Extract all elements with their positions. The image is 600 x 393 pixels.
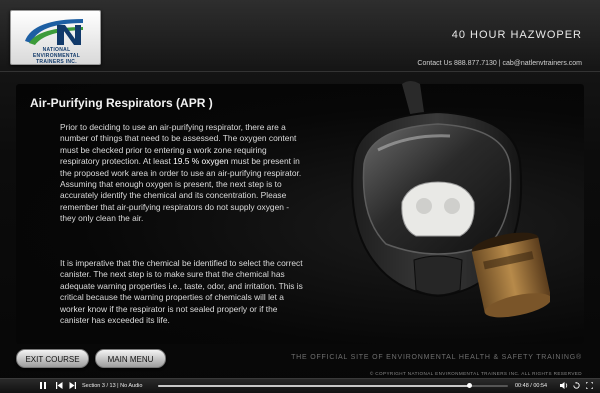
exit-course-button[interactable]: EXIT COURSE bbox=[16, 349, 89, 368]
logo-mark-icon bbox=[25, 19, 83, 45]
playback-time: 00:48 / 00:54 bbox=[515, 383, 548, 389]
copyright-notice: © COPYRIGHT NATIONAL ENVIRONMENTAL TRAIN… bbox=[369, 371, 582, 376]
seek-progress bbox=[158, 385, 470, 387]
site-tagline: THE OFFICIAL SITE OF ENVIRONMENTAL HEALT… bbox=[291, 354, 582, 361]
course-title: 40 HOUR HAZWOPER bbox=[451, 29, 582, 41]
full-face-respirator-icon bbox=[351, 81, 552, 318]
next-slide-icon[interactable] bbox=[69, 382, 76, 391]
previous-slide-icon[interactable] bbox=[56, 382, 63, 391]
oxygen-highlight: 19.5 % oxygen bbox=[173, 156, 229, 167]
contact-info[interactable]: Contact Us 888.877.7130 | cab@natlenvtra… bbox=[417, 60, 582, 67]
seek-handle[interactable] bbox=[467, 383, 472, 388]
respirator-image bbox=[330, 78, 552, 338]
pause-icon[interactable] bbox=[40, 382, 46, 391]
para1-text-end: must be present in the proposed work are… bbox=[60, 156, 302, 224]
logo-line-3: TRAINERS INC. bbox=[36, 59, 77, 65]
section-indicator: Section 3 / 13 | No Audio bbox=[82, 383, 143, 389]
logo-wordmark: NATIONAL ENVIRONMENTAL TRAINERS INC. bbox=[15, 47, 98, 65]
seek-bar[interactable] bbox=[158, 383, 508, 388]
course-player: NATIONAL ENVIRONMENTAL TRAINERS INC. 40 … bbox=[0, 0, 600, 393]
company-logo: NATIONAL ENVIRONMENTAL TRAINERS INC. bbox=[10, 10, 101, 65]
fullscreen-icon[interactable] bbox=[585, 381, 594, 391]
main-menu-button[interactable]: MAIN MENU bbox=[95, 349, 166, 368]
slide-heading: Air-Purifying Respirators (APR ) bbox=[30, 96, 213, 110]
player-control-bar: Section 3 / 13 | No Audio 00:48 / 00:54 bbox=[0, 378, 600, 393]
slide-paragraph-2: It is imperative that the chemical be id… bbox=[60, 258, 303, 326]
slide-paragraph-1: Prior to deciding to use an air-purifyin… bbox=[60, 122, 305, 225]
replay-icon[interactable] bbox=[573, 382, 580, 391]
volume-icon[interactable] bbox=[560, 382, 568, 391]
